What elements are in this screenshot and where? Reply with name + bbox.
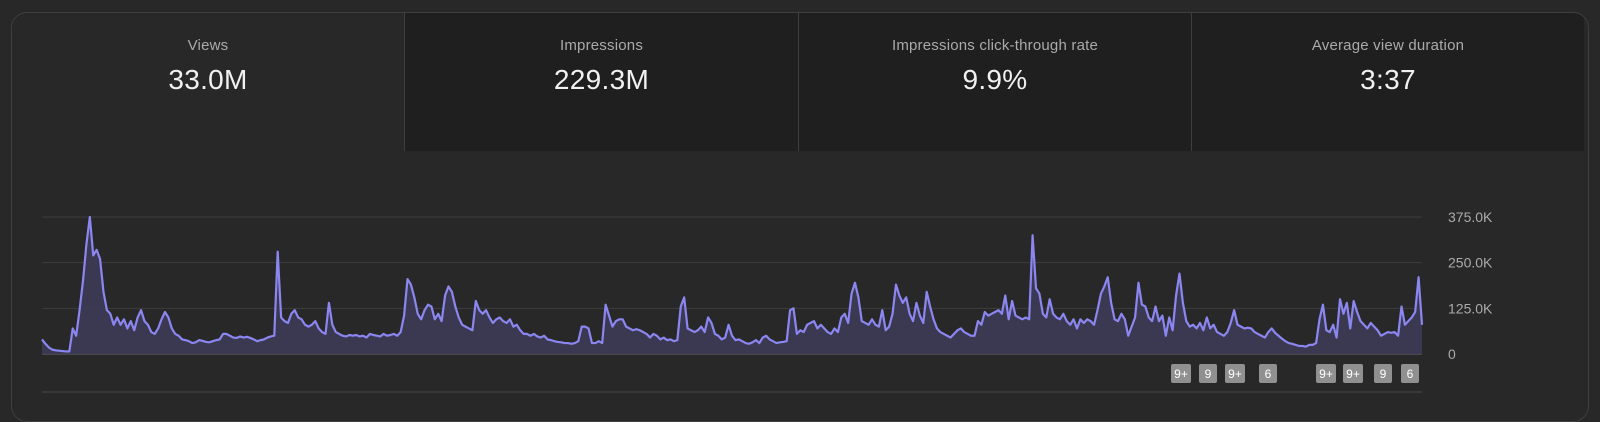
annotation-badge[interactable]: 9+ <box>1316 364 1336 383</box>
badge-count: 9+ <box>1228 367 1242 381</box>
badge-count: 6 <box>1407 367 1414 381</box>
y-tick-label: 250.0K <box>1448 255 1493 271</box>
views-chart[interactable]: 375.0K 250.0K 125.0K 0 9+ 9 9+ 6 9+ 9+ 9… <box>0 0 1600 404</box>
badge-count: 9+ <box>1319 367 1333 381</box>
annotation-badge[interactable]: 9+ <box>1343 364 1363 383</box>
y-tick-label: 125.0K <box>1448 300 1493 316</box>
y-axis-ticks: 375.0K 250.0K 125.0K 0 <box>1448 209 1493 362</box>
annotation-badge[interactable]: 6 <box>1259 364 1277 383</box>
annotation-badge[interactable]: 6 <box>1401 364 1419 383</box>
badge-count: 6 <box>1265 367 1272 381</box>
y-tick-label: 375.0K <box>1448 209 1493 225</box>
badge-count: 9+ <box>1346 367 1360 381</box>
y-tick-label: 0 <box>1448 346 1456 362</box>
annotation-badges: 9+ 9 9+ 6 9+ 9+ 9 6 <box>1171 364 1419 383</box>
annotation-badge[interactable]: 9 <box>1374 364 1392 383</box>
annotation-badge[interactable]: 9 <box>1199 364 1217 383</box>
annotation-badge[interactable]: 9+ <box>1225 364 1245 383</box>
badge-count: 9 <box>1205 367 1212 381</box>
annotation-badge[interactable]: 9+ <box>1171 364 1191 383</box>
badge-count: 9 <box>1380 367 1387 381</box>
badge-count: 9+ <box>1174 367 1188 381</box>
